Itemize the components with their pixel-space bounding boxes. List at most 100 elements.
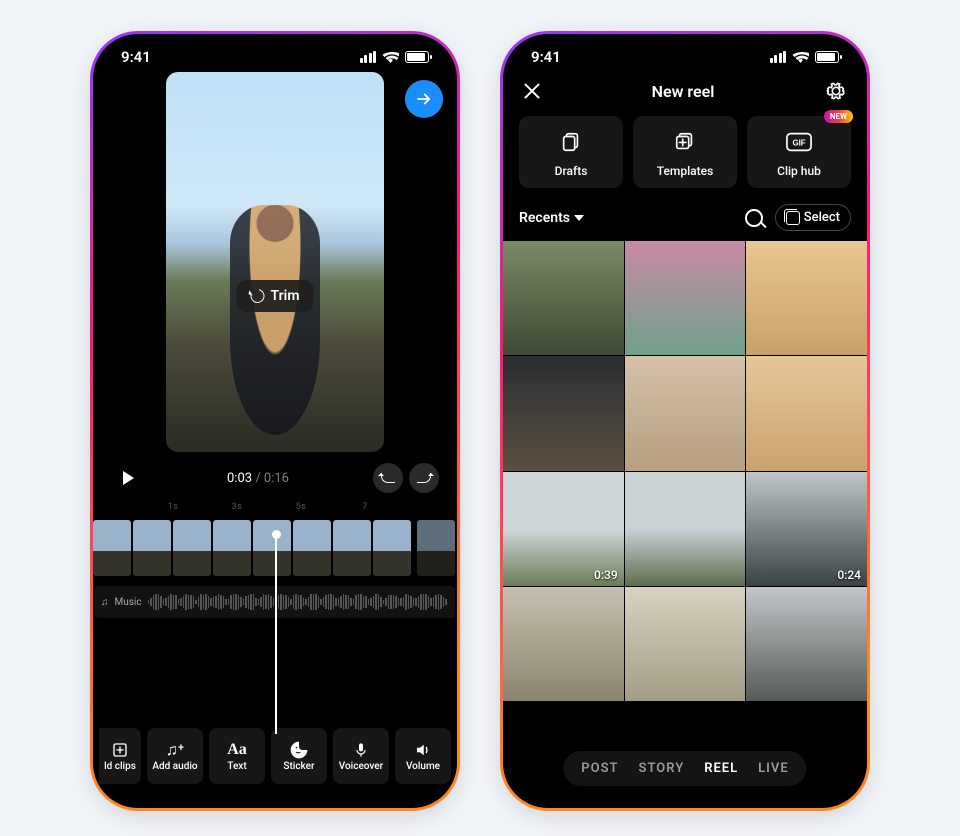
music-icon: ♫⁺	[166, 741, 184, 759]
wifi-icon	[382, 51, 399, 63]
phone-editor: 9:41 Trim	[90, 31, 460, 811]
gallery-item[interactable]: 0:39	[503, 472, 624, 586]
stage: 9:41 Trim	[20, 15, 940, 821]
time-current: 0:03	[227, 471, 252, 486]
text-icon: Aa	[227, 741, 247, 759]
music-label: Music	[115, 597, 142, 608]
gallery-item[interactable]	[503, 241, 624, 355]
gallery-item[interactable]	[625, 356, 746, 470]
mic-icon	[353, 741, 369, 759]
trim-button[interactable]: Trim	[237, 280, 314, 312]
battery-icon	[405, 51, 429, 63]
time-total-sep: /	[255, 471, 264, 486]
undo-redo-group	[373, 463, 439, 493]
play-row: 0:03 / 0:16	[93, 452, 457, 498]
play-button[interactable]	[111, 462, 143, 494]
settings-button[interactable]	[825, 80, 847, 102]
select-button[interactable]: Select	[775, 204, 851, 231]
cellular-icon	[770, 51, 787, 63]
mode-post[interactable]: POST	[581, 761, 618, 776]
redo-button[interactable]	[409, 463, 439, 493]
status-time: 9:41	[531, 48, 561, 66]
close-button[interactable]	[523, 82, 541, 100]
gallery-item[interactable]	[503, 587, 624, 701]
clip-hub-label: Clip hub	[777, 164, 821, 178]
multiselect-icon	[786, 211, 800, 225]
tick-1: 1s	[163, 502, 183, 512]
drafts-button[interactable]: Drafts	[519, 116, 623, 188]
search-button[interactable]	[745, 209, 763, 227]
add-clips-label: ld clips	[104, 761, 136, 772]
clip-thumb[interactable]	[133, 520, 171, 576]
undo-icon	[381, 473, 395, 483]
gear-icon	[825, 80, 847, 102]
music-note-icon: ♫	[101, 597, 109, 608]
add-clips-button[interactable]: ld clips	[99, 728, 141, 784]
status-icons	[360, 51, 430, 63]
battery-icon	[815, 51, 839, 63]
clip-thumb[interactable]	[293, 520, 331, 576]
recents-dropdown[interactable]: Recents	[519, 210, 584, 226]
voiceover-button[interactable]: Voiceover	[333, 728, 389, 784]
mode-reel[interactable]: REEL	[704, 761, 738, 776]
gallery-item[interactable]	[625, 587, 746, 701]
phone-new-reel: 9:41 New reel Draft	[500, 31, 870, 811]
gallery-item[interactable]	[625, 241, 746, 355]
text-button[interactable]: Aa Text	[209, 728, 265, 784]
gallery-item[interactable]	[746, 356, 867, 470]
sticker-button[interactable]: Sticker	[271, 728, 327, 784]
new-reel-screen: 9:41 New reel Draft	[503, 34, 867, 808]
volume-icon	[414, 741, 432, 759]
playhead[interactable]	[275, 534, 277, 734]
tick-2: 3s	[227, 502, 247, 512]
page-title: New reel	[652, 82, 715, 101]
chevron-down-icon	[574, 215, 584, 221]
templates-button[interactable]: Templates	[633, 116, 737, 188]
top-bar: New reel	[503, 70, 867, 108]
clip-thumb[interactable]	[333, 520, 371, 576]
clip-thumb[interactable]	[213, 520, 251, 576]
gallery-item[interactable]	[746, 587, 867, 701]
clip-thumb[interactable]	[253, 520, 291, 576]
gallery-item[interactable]	[746, 241, 867, 355]
gif-icon: GIF	[786, 130, 812, 154]
gallery-item[interactable]	[625, 472, 746, 586]
add-audio-button[interactable]: ♫⁺ Add audio	[147, 728, 203, 784]
clip-hub-button[interactable]: NEW GIF Clip hub	[747, 116, 851, 188]
clip-duration: 0:39	[594, 568, 618, 582]
templates-icon	[673, 130, 697, 154]
tick-4: 7	[355, 502, 375, 512]
trim-label: Trim	[271, 288, 300, 304]
drafts-icon	[560, 130, 582, 154]
voiceover-label: Voiceover	[339, 761, 383, 772]
gallery-grid: 0:39 0:24	[503, 241, 867, 701]
timeline-ticks: 1s 3s 5s 7	[93, 498, 457, 512]
gallery-item[interactable]	[503, 356, 624, 470]
clip-thumb[interactable]	[93, 520, 131, 576]
video-subject	[230, 205, 320, 435]
time-display: 0:03 / 0:16	[227, 471, 289, 486]
clip-thumb[interactable]	[173, 520, 211, 576]
clip-thumb-next[interactable]	[417, 520, 455, 576]
volume-button[interactable]: Volume	[395, 728, 451, 784]
mode-live[interactable]: LIVE	[758, 761, 789, 776]
video-preview[interactable]	[166, 72, 384, 452]
cellular-icon	[360, 51, 377, 63]
editor-area: Trim	[93, 72, 457, 452]
arrow-right-icon	[415, 90, 433, 108]
gallery-item[interactable]: 0:24	[746, 472, 867, 586]
clip-thumb[interactable]	[373, 520, 411, 576]
mode-switch: POST STORY REEL LIVE	[563, 751, 806, 786]
sticker-icon	[289, 741, 309, 759]
recents-label: Recents	[519, 210, 570, 226]
status-icons	[770, 51, 840, 63]
next-button[interactable]	[405, 80, 443, 118]
tick-3: 5s	[291, 502, 311, 512]
gallery-tools: Select	[745, 204, 851, 231]
status-bar: 9:41	[93, 34, 457, 70]
play-icon	[123, 471, 134, 485]
new-badge: NEW	[824, 110, 853, 123]
undo-button[interactable]	[373, 463, 403, 493]
volume-label: Volume	[406, 761, 440, 772]
mode-story[interactable]: STORY	[639, 761, 685, 776]
